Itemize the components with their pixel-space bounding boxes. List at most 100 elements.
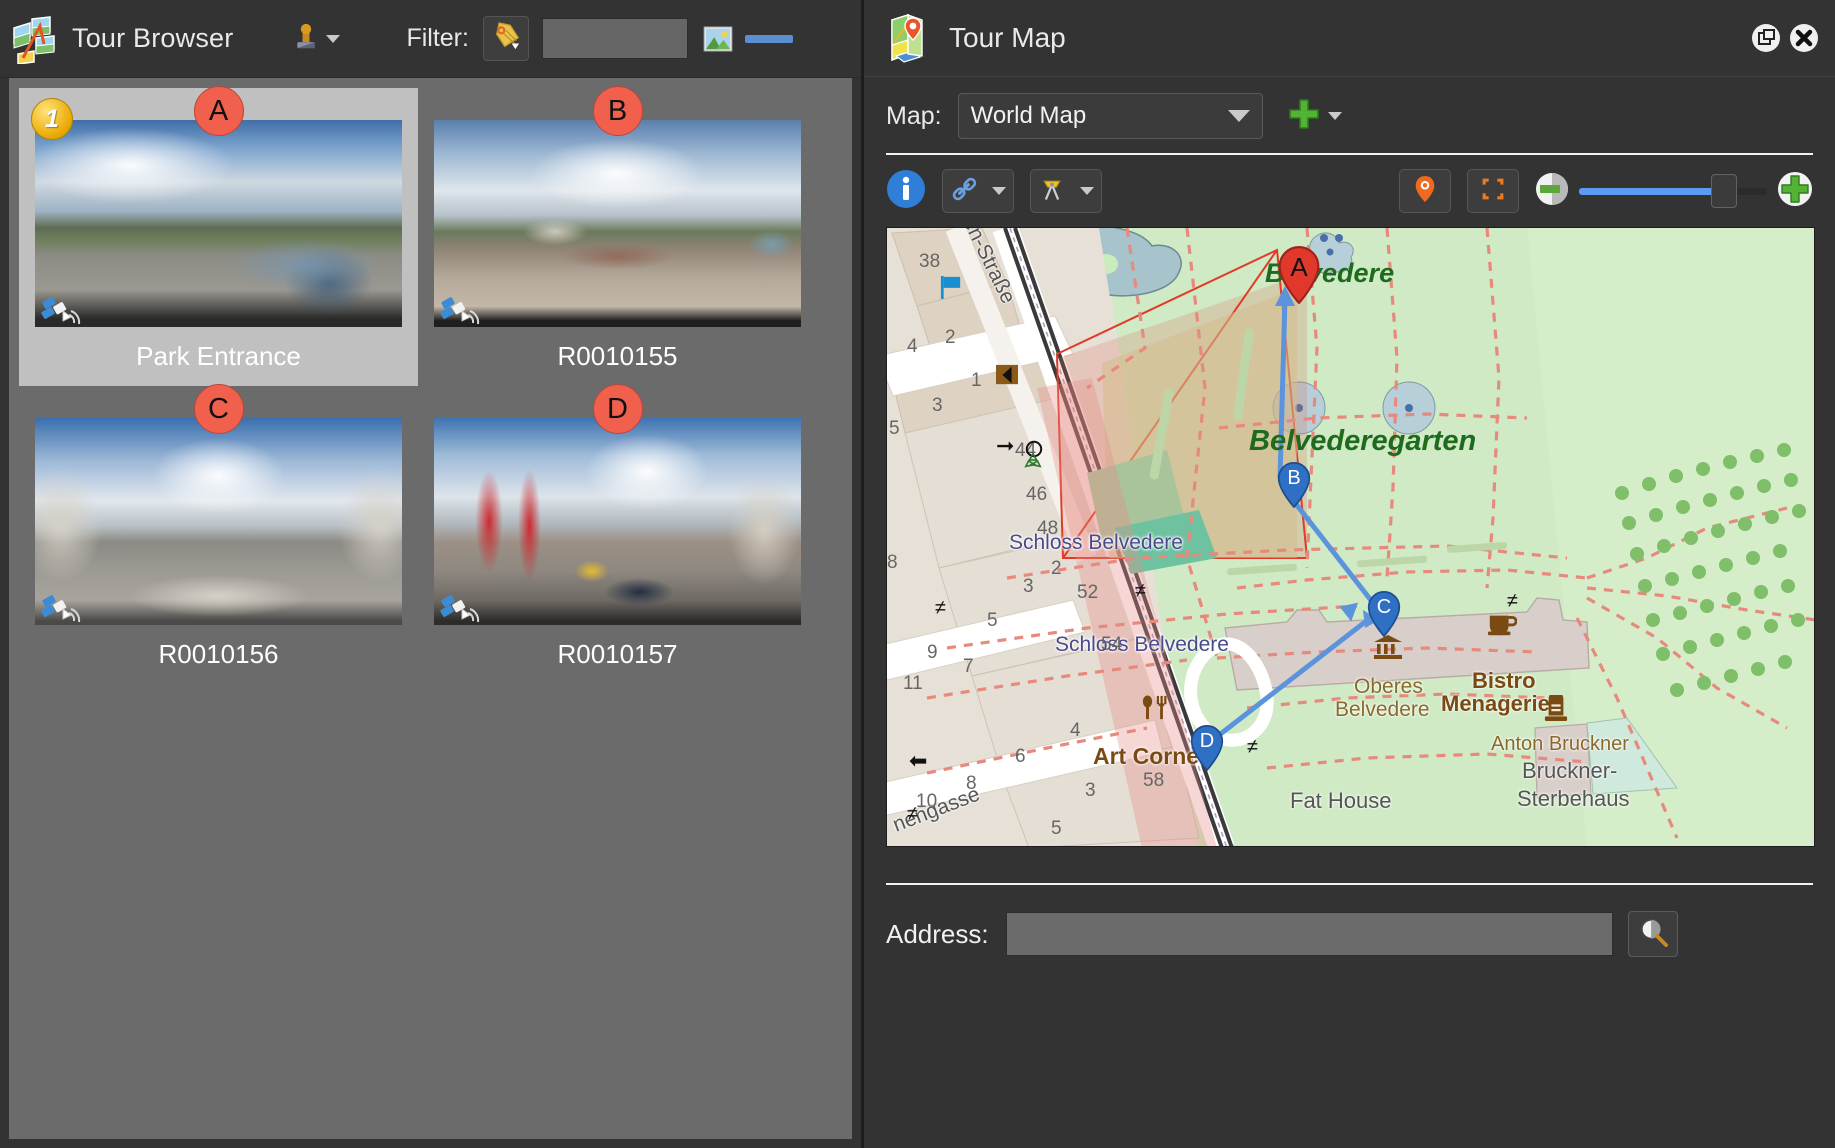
map-house-number: 3 — [1023, 576, 1034, 598]
map-house-number: 58 — [1143, 770, 1164, 792]
map-house-number: 8 — [887, 552, 898, 574]
link-chain-icon — [950, 175, 978, 208]
address-input[interactable] — [1006, 912, 1613, 956]
map-toolbar — [864, 155, 1835, 217]
map-pin-toggle-button[interactable] — [1399, 169, 1451, 213]
map-label: Menagerie — [1441, 691, 1550, 717]
map-house-number: 38 — [919, 251, 940, 273]
chevron-down-icon — [1080, 187, 1094, 195]
map-house-number: 52 — [1077, 582, 1098, 604]
tag-filter-icon — [491, 21, 521, 56]
undock-window-icon[interactable] — [1751, 23, 1781, 53]
map-label: Belvederegarten — [1249, 425, 1476, 458]
map-label: nengasse — [890, 782, 984, 837]
tour-thumbnail-item[interactable]: D R0010157 — [418, 386, 817, 684]
info-icon[interactable] — [886, 169, 926, 214]
close-icon[interactable] — [1789, 23, 1819, 53]
tour-map-titlebar: Tour Map — [864, 0, 1835, 77]
tour-thumbnail-item[interactable]: B R0010155 — [418, 88, 817, 386]
map-canvas[interactable]: Belvedere Belvederegarten Schloss Belveder… — [886, 227, 1815, 847]
window-buttons — [1751, 23, 1819, 53]
filter-input[interactable] — [542, 18, 688, 59]
tour-marker-badge: A — [194, 86, 244, 136]
map-house-number: 2 — [1051, 558, 1062, 580]
zoom-in-plus-icon[interactable] — [1777, 171, 1813, 212]
stamp-dropdown-button[interactable] — [289, 18, 344, 59]
address-search-button[interactable] — [1628, 911, 1678, 957]
map-house-number: 5 — [987, 610, 998, 632]
map-pin-c[interactable]: C — [1367, 591, 1401, 642]
map-label: Fat House — [1290, 788, 1392, 814]
tour-thumbnail-image[interactable] — [434, 418, 801, 625]
map-house-number: 44 — [1015, 440, 1036, 462]
tour-browser-titlebar: Tour Browser Filter: — [0, 0, 861, 78]
map-pin-letter: D — [1190, 730, 1224, 753]
map-pin-b[interactable]: B — [1277, 462, 1311, 513]
map-house-number: 10 — [916, 791, 937, 813]
add-green-plus-icon — [1287, 97, 1321, 136]
map-house-number: 5 — [889, 418, 900, 440]
tour-order-badge: 1 — [31, 98, 73, 140]
tour-marker-badge: C — [194, 384, 244, 434]
tour-browser-title: Tour Browser — [72, 23, 233, 54]
tour-thumbnail-image[interactable] — [35, 418, 402, 625]
map-house-number: 4 — [1070, 720, 1081, 742]
chevron-down-icon — [326, 35, 340, 43]
map-house-number: 11 — [903, 673, 923, 695]
map-label: Belvedere — [1335, 698, 1430, 722]
tour-thumbnail-item[interactable]: 1A Park Entrance — [19, 88, 418, 386]
search-magnifier-icon — [1638, 917, 1668, 952]
tour-map-title: Tour Map — [949, 22, 1066, 54]
application-window: Tour Browser Filter: — [0, 0, 1835, 1148]
gps-satellite-icon — [440, 591, 484, 625]
tour-thumbnail-image[interactable] — [35, 120, 402, 327]
map-house-number: 6 — [1015, 746, 1026, 768]
map-house-number: 7 — [963, 656, 974, 678]
fullscreen-button[interactable] — [1467, 169, 1519, 213]
gps-satellite-icon — [41, 591, 85, 625]
map-select-dropdown[interactable]: World Map — [958, 93, 1263, 139]
chevron-down-icon — [992, 187, 1006, 195]
tag-filter-button[interactable] — [483, 16, 529, 61]
map-house-number: 5 — [1051, 818, 1062, 840]
address-label: Address: — [886, 919, 989, 950]
tour-thumbnail-item[interactable]: C R0010156 — [19, 386, 418, 684]
filter-label: Filter: — [406, 24, 469, 53]
map-house-number: 1 — [971, 370, 982, 392]
link-dropdown-button[interactable] — [942, 169, 1014, 213]
compass-drafting-icon — [1038, 175, 1066, 208]
tour-thumbnail-image[interactable] — [434, 120, 801, 327]
tour-browser-panel: Tour Browser Filter: — [0, 0, 861, 1148]
map-label: ugen-Straße — [947, 227, 1020, 308]
map-house-number: 54 — [1101, 634, 1122, 656]
opacity-toggle-icon[interactable] — [1535, 172, 1569, 211]
zoom-slider-thumb[interactable] — [1711, 174, 1737, 208]
compass-dropdown-button[interactable] — [1030, 169, 1102, 213]
map-house-number: 9 — [927, 642, 938, 664]
map-overlay: Belvedere Belvederegarten Schloss Belveder… — [887, 228, 1814, 846]
image-icon[interactable] — [703, 26, 733, 52]
zoom-slider-fill — [1579, 188, 1724, 195]
map-label: Bruckner- — [1522, 758, 1617, 784]
tour-marker-badge: D — [593, 384, 643, 434]
map-label: Map: — [886, 102, 942, 131]
map-pin-letter: A — [1277, 252, 1321, 283]
tour-thumbnail-label: R0010156 — [159, 639, 279, 670]
tour-map-panel: Tour Map Map: — [861, 0, 1835, 1148]
map-select-value: World Map — [959, 102, 1087, 130]
zoom-slider[interactable] — [1579, 173, 1767, 209]
map-pin-a[interactable]: A — [1277, 246, 1321, 309]
chevron-down-icon — [1228, 110, 1250, 122]
add-map-button[interactable] — [1287, 97, 1342, 136]
address-row: Address: — [864, 885, 1835, 957]
map-house-number: 3 — [1085, 780, 1096, 802]
map-house-number: 4 — [907, 336, 918, 358]
map-pin-letter: C — [1367, 596, 1401, 619]
map-house-number: 2 — [945, 327, 956, 349]
tour-thumbnails-area[interactable]: 1A Park EntranceB R0010155C — [0, 78, 861, 1148]
gps-satellite-icon — [440, 293, 484, 327]
image-size-slider[interactable] — [745, 35, 793, 43]
map-house-number: 8 — [966, 773, 977, 795]
map-pin-d[interactable]: D — [1190, 725, 1224, 776]
map-label: Schloss Belvedere — [1055, 633, 1229, 657]
